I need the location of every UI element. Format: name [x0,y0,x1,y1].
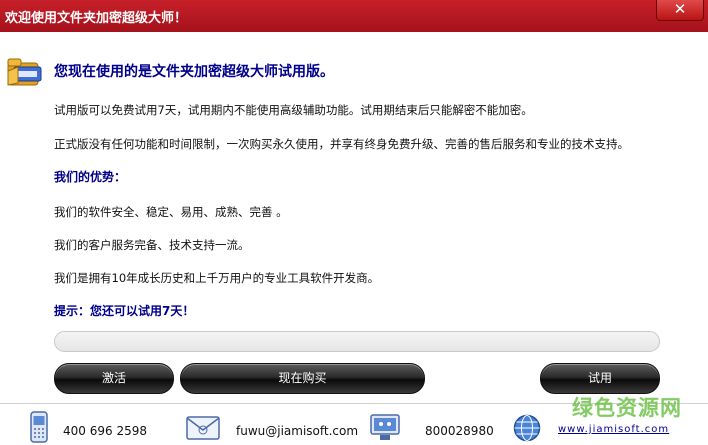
trial-button[interactable]: 试用 [540,363,660,394]
email-address[interactable]: fuwu@jiamisoft.com [236,424,358,438]
buy-now-button[interactable]: 现在购买 [180,363,425,394]
email-icon [186,416,220,440]
advantage-item: 我们的软件安全、稳定、易用、成熟、完善 。 [54,205,288,219]
full-version-note: 正式版没有任何功能和时间限制，一次购买永久使用，并享有终身免费升级、完善的售后服… [54,137,629,151]
activate-button[interactable]: 激活 [54,363,174,394]
trial-hint: 提示：您还可以试用7天！ [54,304,195,318]
qq-icon [370,414,400,440]
window-title: 欢迎使用文件夹加密超级大师！ [5,11,188,26]
page-heading: 您现在使用的是文件夹加密超级大师试用版。 [54,64,334,80]
qq-number: 800028980 [425,424,494,438]
trial-note: 试用版可以免费试用7天，试用期内不能使用高级辅助功能。试用期结束后只能解密不能加… [54,103,533,117]
globe-icon [513,414,541,442]
phone-number: 400 696 2598 [63,424,147,438]
title-bar: 欢迎使用文件夹加密超级大师！ ✕ [0,0,708,32]
folder-lock-icon [7,58,42,86]
website-link[interactable]: www.jiamisoft.com [558,424,669,435]
mobile-phone-icon [30,411,48,443]
watermark-text: 绿色资源网 [572,396,682,420]
advantage-item: 我们是拥有10年成长历史和上千万用户的专业工具软件开发商。 [54,271,380,285]
trial-progress-bar [54,331,660,352]
advantage-item: 我们的客户服务完备、技术支持一流。 [54,238,250,252]
advantages-heading: 我们的优势： [54,170,127,184]
close-button[interactable]: ✕ [656,0,704,21]
